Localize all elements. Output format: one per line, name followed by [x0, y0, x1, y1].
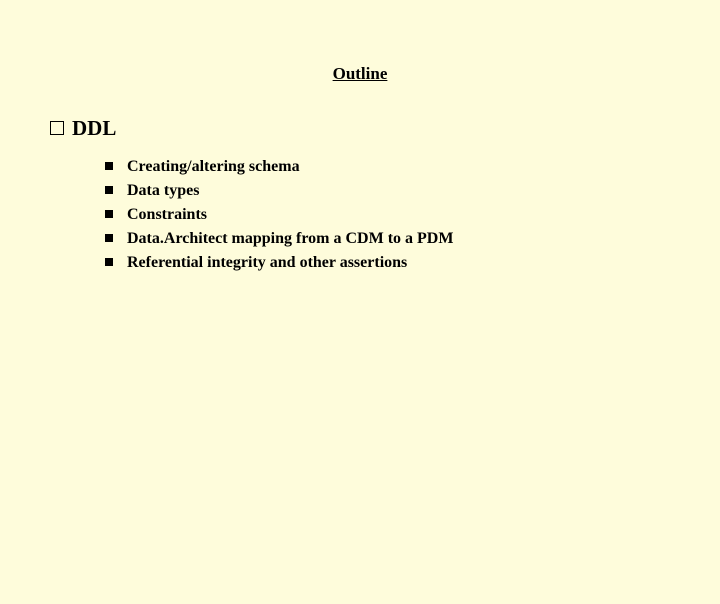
list-item: Data types [105, 179, 670, 203]
list-item: Constraints [105, 203, 670, 227]
list-item-text: Referential integrity and other assertio… [127, 251, 407, 275]
list-item-text: Data types [127, 179, 199, 203]
list-item: Data.Architect mapping from a CDM to a P… [105, 227, 670, 251]
section-heading-text: DDL [72, 116, 116, 141]
bullet-list: Creating/altering schema Data types Cons… [105, 155, 670, 275]
filled-square-bullet-icon [105, 186, 113, 194]
filled-square-bullet-icon [105, 162, 113, 170]
slide-container: Outline DDL Creating/altering schema Dat… [0, 64, 720, 275]
filled-square-bullet-icon [105, 210, 113, 218]
list-item-text: Constraints [127, 203, 207, 227]
list-item-text: Creating/altering schema [127, 155, 300, 179]
section-heading: DDL [50, 116, 670, 141]
slide-title: Outline [50, 64, 670, 84]
list-item: Creating/altering schema [105, 155, 670, 179]
list-item: Referential integrity and other assertio… [105, 251, 670, 275]
list-item-text: Data.Architect mapping from a CDM to a P… [127, 227, 453, 251]
filled-square-bullet-icon [105, 258, 113, 266]
filled-square-bullet-icon [105, 234, 113, 242]
hollow-square-bullet-icon [50, 121, 64, 135]
